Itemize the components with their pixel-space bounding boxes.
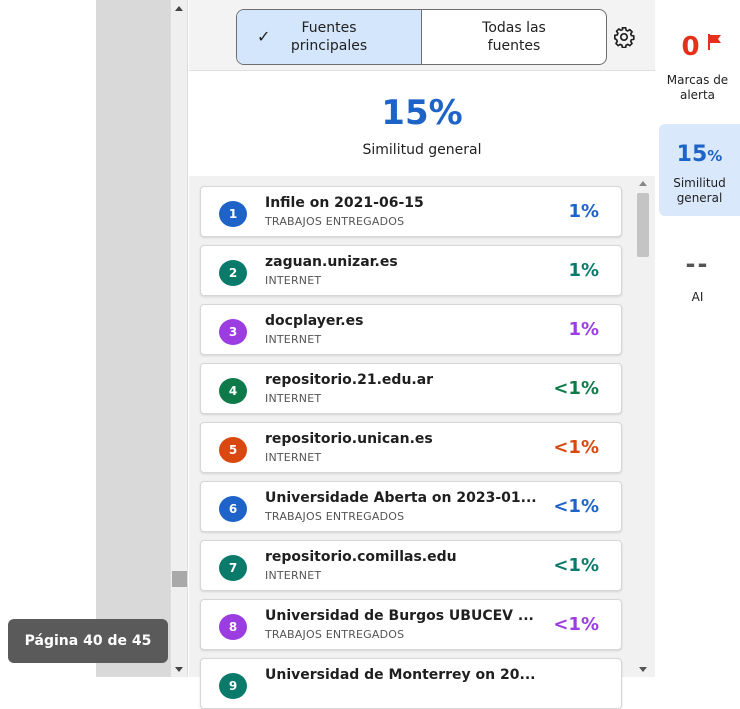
similarity-panel: ✓ Fuentes principales Todas las fuentes … [189,0,655,709]
source-percent: 1% [568,201,599,222]
flags-count[interactable]: 0 [655,32,740,62]
right-rail: 0 Marcas de alerta 15% Similitud general… [655,0,740,677]
source-number-badge: 8 [219,614,247,640]
source-type: TRABAJOS ENTREGADOS [265,510,405,523]
source-type: INTERNET [265,392,322,405]
document-scrollbar[interactable] [170,0,188,677]
similarity-tab-label: Similitud general [673,176,726,205]
source-type: INTERNET [265,274,322,287]
source-name: Universidade Aberta on 2023-01... [265,490,537,506]
similarity-tab[interactable]: 15% Similitud general [659,124,740,216]
source-number-badge: 6 [219,496,247,522]
sources-list: 1 Infile on 2021-06-15 TRABAJOS ENTREGADOS… [189,176,655,709]
gear-icon[interactable] [613,26,635,48]
scroll-down-arrow-icon[interactable] [639,667,647,672]
source-filter-toggle: ✓ Fuentes principales Todas las fuentes [236,9,607,65]
source-name: Infile on 2021-06-15 [265,195,424,211]
source-percent: <1% [553,555,599,576]
source-card[interactable]: 1 Infile on 2021-06-15 TRABAJOS ENTREGADOS… [200,186,622,237]
source-percent: <1% [553,496,599,517]
source-card[interactable]: 9 Universidad de Monterrey on 20... [200,658,622,709]
filter-option-label: Fuentes principales [290,20,368,54]
source-name: Universidad de Burgos UBUCEV ... [265,608,534,624]
source-number-badge: 3 [219,319,247,345]
page-indicator: Página 40 de 45 [8,619,168,663]
source-card[interactable]: 3 docplayer.es INTERNET 1% [200,304,622,355]
source-type: TRABAJOS ENTREGADOS [265,215,405,228]
source-card[interactable]: 4 repositorio.21.edu.ar INTERNET <1% [200,363,622,414]
source-type: INTERNET [265,569,322,582]
source-number-badge: 1 [219,201,247,227]
source-type: INTERNET [265,451,322,464]
source-name: zaguan.unizar.es [265,254,398,270]
source-name: repositorio.comillas.edu [265,549,457,565]
source-number-badge: 2 [219,260,247,286]
source-card[interactable]: 7 repositorio.comillas.edu INTERNET <1% [200,540,622,591]
document-scroll-thumb[interactable] [172,571,187,587]
sources-scrollbar[interactable] [634,176,652,677]
source-card[interactable]: 2 zaguan.unizar.es INTERNET 1% [200,245,622,296]
source-number-badge: 5 [219,437,247,463]
filter-option-main-sources[interactable]: ✓ Fuentes principales [237,10,422,64]
source-percent: <1% [553,614,599,635]
source-number-badge: 4 [219,378,247,404]
scroll-up-arrow-icon[interactable] [639,181,647,186]
source-name: docplayer.es [265,313,364,329]
flags-count-value: 0 [681,32,700,62]
source-card[interactable]: 5 repositorio.unican.es INTERNET <1% [200,422,622,473]
source-type: INTERNET [265,333,322,346]
overall-similarity-label: Similitud general [362,142,482,158]
similarity-tab-value: 15% [659,142,740,167]
check-icon: ✓ [257,27,271,46]
sources-scroll-thumb[interactable] [637,193,649,257]
scroll-down-arrow-icon[interactable] [175,667,183,672]
source-card[interactable]: 6 Universidade Aberta on 2023-01... TRABAJ… [200,481,622,532]
source-percent: <1% [553,437,599,458]
source-number-badge: 7 [219,555,247,581]
ai-label: AI [691,290,704,304]
similarity-unit: % [707,147,723,165]
filter-option-all-sources[interactable]: Todas las fuentes [422,10,606,64]
filter-option-label: Todas las fuentes [482,20,546,54]
source-name: Universidad de Monterrey on 20... [265,667,536,683]
similarity-value: 15 [676,142,708,167]
source-name: repositorio.21.edu.ar [265,372,434,388]
scroll-up-arrow-icon[interactable] [175,6,183,11]
source-percent: 1% [568,260,599,281]
source-name: repositorio.unican.es [265,431,433,447]
flags-label: Marcas de alerta [666,73,729,102]
flag-icon [708,34,721,50]
ai-value[interactable]: -- [655,250,740,278]
panel-header: ✓ Fuentes principales Todas las fuentes [189,0,655,71]
source-percent: <1% [553,378,599,399]
source-type: TRABAJOS ENTREGADOS [265,628,405,641]
document-viewer [96,0,170,677]
source-percent: 1% [568,319,599,340]
overall-similarity-percent: 15% [381,93,463,133]
source-card[interactable]: 8 Universidad de Burgos UBUCEV ... TRABAJO… [200,599,622,650]
